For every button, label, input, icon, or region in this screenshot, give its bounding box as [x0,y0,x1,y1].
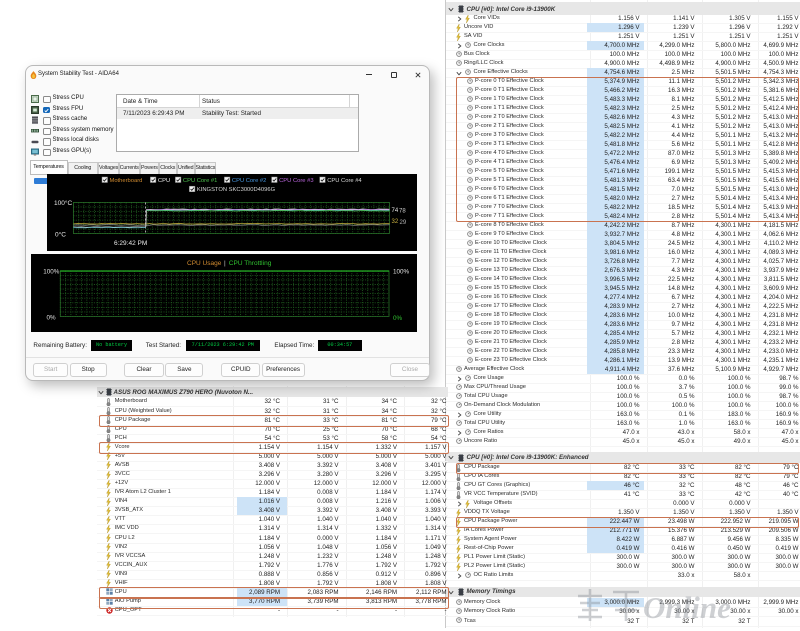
svg-text:|: | [224,260,226,267]
svg-text:29: 29 [400,220,407,226]
svg-text:78: 78 [399,209,406,215]
svg-text:CPU Core #1: CPU Core #1 [183,178,217,184]
svg-text:CPU Core #4: CPU Core #4 [327,178,362,184]
svg-text:CPU Usage: CPU Usage [187,260,222,267]
svg-text:Motherboard: Motherboard [110,178,143,184]
svg-text:100%: 100% [43,268,60,275]
svg-text:0°C: 0°C [55,231,66,239]
svg-text:CPU Core #2: CPU Core #2 [232,178,266,184]
svg-text:CPU Core #3: CPU Core #3 [279,178,313,184]
svg-text:CPU Throttling: CPU Throttling [229,260,272,267]
svg-text:KINGSTON SKC3000D4096G: KINGSTON SKC3000D4096G [197,187,276,193]
svg-text:100%: 100% [393,268,410,275]
svg-text:6:29:42 PM: 6:29:42 PM [114,240,147,247]
svg-text:100°C: 100°C [54,199,72,207]
svg-text:CPU: CPU [158,178,170,184]
svg-text:74: 74 [392,208,399,214]
svg-text:Online: Online [643,590,731,625]
svg-text:0%: 0% [47,314,57,321]
svg-text:32: 32 [392,219,399,225]
svg-text:0%: 0% [393,315,403,322]
